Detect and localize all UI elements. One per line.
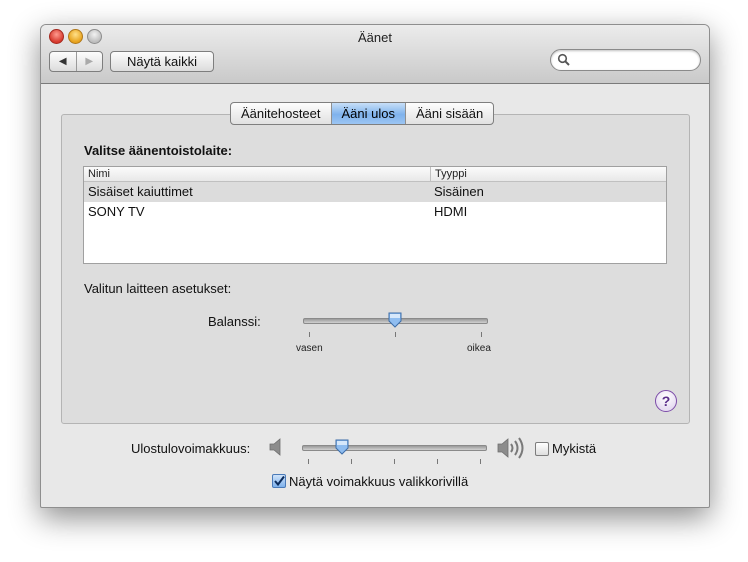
device-settings-label: Valitun laitteen asetukset: [84, 281, 232, 296]
window-title: Äänet [358, 30, 392, 45]
speaker-high-icon [497, 437, 524, 459]
help-button[interactable]: ? [655, 390, 677, 412]
device-name: SONY TV [88, 204, 145, 219]
output-panel: Valitse äänentoistolaite: Nimi Tyyppi Si… [61, 114, 690, 424]
mute-label[interactable]: Mykistä [552, 441, 596, 456]
column-header-type[interactable]: Tyyppi [431, 167, 467, 181]
balance-tick [309, 332, 310, 337]
volume-tick [437, 459, 438, 464]
show-all-button[interactable]: Näytä kaikki [110, 51, 214, 72]
table-row[interactable]: SONY TV HDMI [84, 202, 666, 222]
speaker-low-icon [269, 438, 281, 456]
tab-output[interactable]: Ääni ulos [330, 103, 405, 124]
show-volume-in-menubar-checkbox[interactable] [272, 474, 286, 488]
question-mark-icon: ? [661, 393, 671, 409]
balance-right-label: oikea [467, 343, 491, 354]
back-button[interactable]: ◀ [50, 52, 76, 71]
column-header-name[interactable]: Nimi [84, 167, 431, 181]
volume-tick [351, 459, 352, 464]
balance-tick [395, 332, 396, 337]
device-type: HDMI [434, 204, 468, 219]
toolbar: Äänet ◀ ▶ Näytä kaikki [41, 25, 709, 84]
tab-sound-effects[interactable]: Äänitehosteet [231, 103, 331, 124]
table-header: Nimi Tyyppi [84, 167, 666, 182]
balance-left-label: vasen [296, 343, 323, 354]
volume-tick [308, 459, 309, 464]
output-device-table: Nimi Tyyppi Sisäiset kaiuttimet Sisäinen… [83, 166, 667, 264]
checkmark-icon [274, 475, 285, 487]
balance-tick [481, 332, 482, 337]
chevron-left-icon: ◀ [58, 56, 67, 67]
device-name: Sisäiset kaiuttimet [88, 184, 193, 199]
chevron-right-icon: ▶ [85, 56, 94, 67]
mute-checkbox[interactable] [535, 442, 549, 456]
volume-tick [394, 459, 395, 464]
search-field[interactable] [550, 49, 701, 71]
tab-input[interactable]: Ääni sisään [405, 103, 493, 124]
section-title: Valitse äänentoistolaite: [84, 143, 233, 158]
device-type: Sisäinen [434, 184, 484, 199]
back-forward-control: ◀ ▶ [49, 51, 103, 72]
table-row[interactable]: Sisäiset kaiuttimet Sisäinen [84, 182, 666, 202]
volume-slider-knob[interactable] [335, 439, 349, 455]
search-input[interactable] [573, 51, 695, 69]
forward-button[interactable]: ▶ [75, 52, 103, 71]
volume-slider-track[interactable] [302, 445, 487, 451]
balance-slider-knob[interactable] [388, 312, 402, 328]
tab-bar: Äänitehosteet Ääni ulos Ääni sisään [230, 102, 495, 125]
sound-preferences-window: Äänet ◀ ▶ Näytä kaikki Äänitehosteet Ään… [40, 24, 710, 508]
search-icon [557, 53, 570, 66]
balance-label: Balanssi: [208, 314, 261, 329]
output-volume-label: Ulostulovoimakkuus: [131, 441, 251, 456]
show-volume-in-menubar-label[interactable]: Näytä voimakkuus valikkorivillä [289, 474, 468, 489]
volume-tick [480, 459, 481, 464]
